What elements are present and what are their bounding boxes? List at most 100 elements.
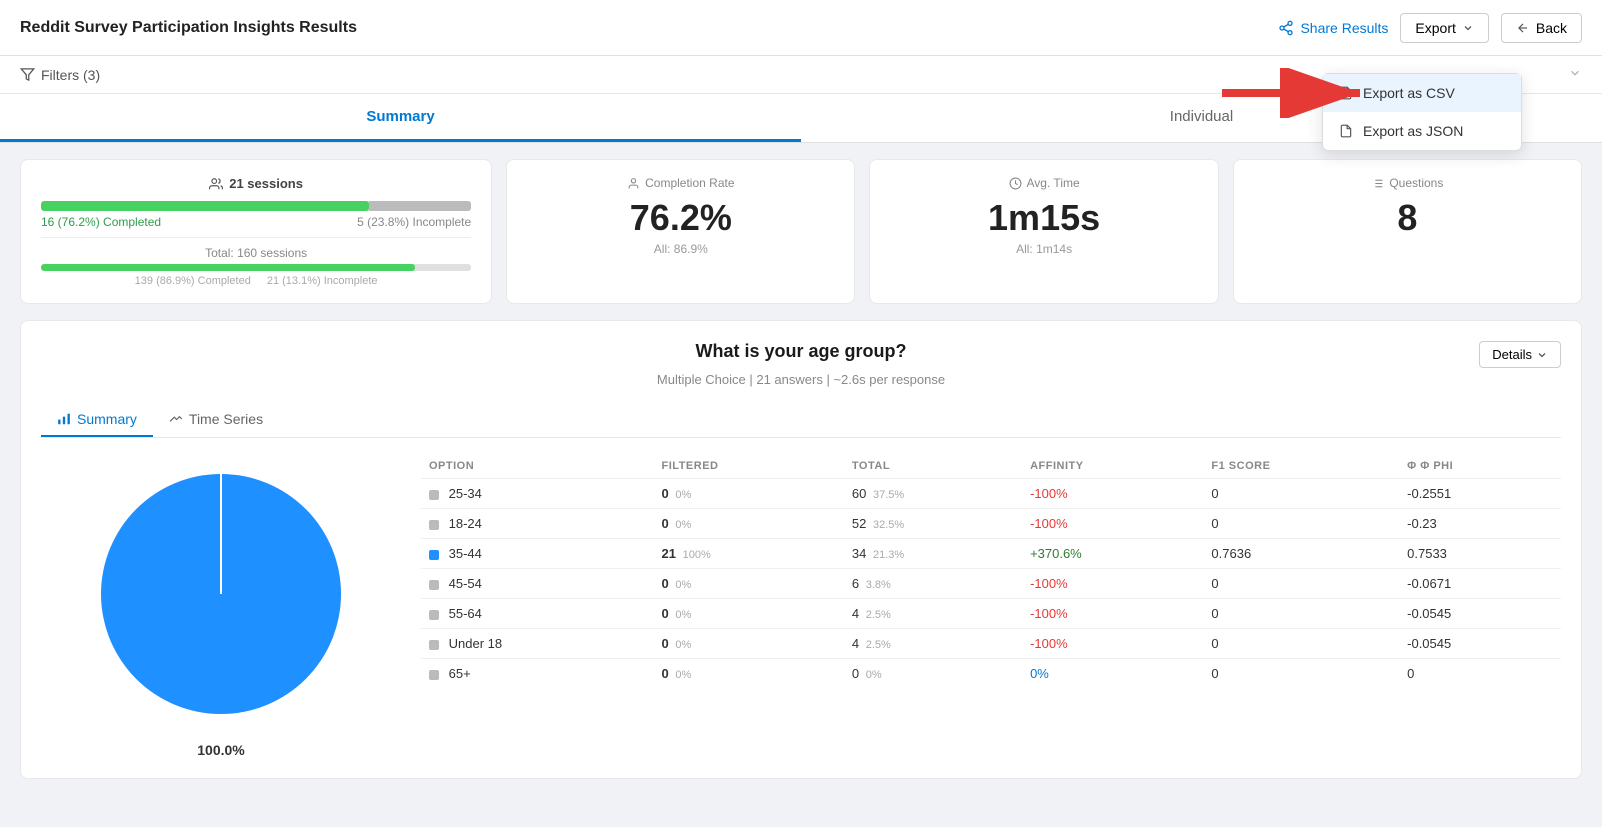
- table-row: 55-64 0 0% 4 2.5% -100% 0 -0.0545: [421, 599, 1561, 629]
- sub-tab-timeseries[interactable]: Time Series: [153, 403, 279, 437]
- export-csv-item[interactable]: Export as CSV: [1323, 74, 1521, 112]
- export-label: Export: [1415, 20, 1455, 36]
- cell-total: 6 3.8%: [844, 569, 1022, 599]
- questions-inner: Questions 8: [1254, 176, 1561, 238]
- total-labels: 139 (86.9%) Completed 21 (13.1%) Incompl…: [41, 275, 471, 287]
- filtered-value: 0: [662, 516, 669, 531]
- sessions-bar-incomplete: [369, 201, 471, 211]
- sessions-count: 21 sessions: [229, 176, 303, 191]
- chevron-down-icon: [1462, 22, 1474, 34]
- cell-affinity: -100%: [1022, 509, 1203, 539]
- share-icon: [1278, 20, 1294, 36]
- sessions-bar: [41, 201, 471, 211]
- back-label: Back: [1536, 20, 1567, 36]
- option-color-dot: [429, 550, 439, 560]
- affinity-value: -100%: [1030, 576, 1068, 591]
- chevron-down-icon: [1536, 349, 1548, 361]
- cell-phi: -0.23: [1399, 509, 1561, 539]
- option-color-dot: [429, 610, 439, 620]
- completion-rate-inner: Completion Rate 76.2% All: 86.9%: [527, 176, 834, 256]
- share-results-button[interactable]: Share Results: [1278, 20, 1388, 36]
- affinity-value: 0%: [1030, 666, 1049, 681]
- table-row: Under 18 0 0% 4 2.5% -100% 0 -0.0545: [421, 629, 1561, 659]
- file-icon: [1339, 86, 1353, 100]
- table-row: 25-34 0 0% 60 37.5% -100% 0 -0.2551: [421, 479, 1561, 509]
- file-json-icon: [1339, 124, 1353, 138]
- sessions-bar-completed: [41, 201, 369, 211]
- filtered-pct: 0%: [675, 669, 691, 681]
- affinity-value: -100%: [1030, 636, 1068, 651]
- cell-f1: 0: [1203, 659, 1399, 689]
- filtered-pct: 100%: [683, 549, 711, 561]
- export-button[interactable]: Export: [1400, 13, 1488, 43]
- details-label: Details: [1492, 347, 1532, 362]
- total-section: Total: 160 sessions 139 (86.9%) Complete…: [41, 237, 471, 287]
- option-name: 18-24: [449, 516, 482, 531]
- filtered-pct: 0%: [675, 579, 691, 591]
- cell-option: 18-24: [421, 509, 654, 539]
- cell-total: 52 32.5%: [844, 509, 1022, 539]
- table-body: 25-34 0 0% 60 37.5% -100% 0 -0.2551 18-2…: [421, 479, 1561, 689]
- stats-row: 21 sessions 16 (76.2%) Completed 5 (23.8…: [20, 159, 1582, 304]
- share-results-label: Share Results: [1300, 20, 1388, 36]
- col-f1: F1 SCORE: [1203, 454, 1399, 479]
- export-json-item[interactable]: Export as JSON: [1323, 112, 1521, 150]
- sub-tab-summary[interactable]: Summary: [41, 403, 153, 437]
- details-button[interactable]: Details: [1479, 341, 1561, 368]
- cell-total: 4 2.5%: [844, 629, 1022, 659]
- option-color-dot: [429, 640, 439, 650]
- question-meta: Multiple Choice | 21 answers | ~2.6s per…: [41, 372, 1561, 387]
- completion-rate-label: Completion Rate: [527, 176, 834, 190]
- col-option: OPTION: [421, 454, 654, 479]
- chevron-down-icon: [1568, 66, 1582, 80]
- table-row: 18-24 0 0% 52 32.5% -100% 0 -0.23: [421, 509, 1561, 539]
- results-table: OPTION FILTERED TOTAL AFFINITY F1 SCORE …: [421, 454, 1561, 688]
- data-table: OPTION FILTERED TOTAL AFFINITY F1 SCORE …: [421, 454, 1561, 688]
- main-content: 21 sessions 16 (76.2%) Completed 5 (23.8…: [0, 143, 1602, 811]
- cell-total: 0 0%: [844, 659, 1022, 689]
- cell-phi: -0.2551: [1399, 479, 1561, 509]
- completion-rate-sub: All: 86.9%: [527, 242, 834, 256]
- filtered-value: 0: [662, 576, 669, 591]
- option-name: 55-64: [449, 606, 482, 621]
- affinity-value: -100%: [1030, 606, 1068, 621]
- cell-affinity: +370.6%: [1022, 539, 1203, 569]
- sub-tab-summary-label: Summary: [77, 411, 137, 427]
- cell-filtered: 0 0%: [654, 479, 844, 509]
- avg-time-inner: Avg. Time 1m15s All: 1m14s: [890, 176, 1197, 256]
- total-incomplete: 21 (13.1%) Incomplete: [267, 275, 378, 287]
- filtered-value: 21: [662, 546, 676, 561]
- total-completed: 139 (86.9%) Completed: [135, 275, 251, 287]
- pie-chart: [81, 454, 361, 734]
- app-header: Reddit Survey Participation Insights Res…: [0, 0, 1602, 56]
- table-row: 65+ 0 0% 0 0% 0% 0 0: [421, 659, 1561, 689]
- filters-label[interactable]: Filters (3): [20, 67, 100, 83]
- question-title: What is your age group?: [548, 341, 1055, 362]
- table-row: 45-54 0 0% 6 3.8% -100% 0 -0.0671: [421, 569, 1561, 599]
- col-total: TOTAL: [844, 454, 1022, 479]
- pie-percentage-label: 100.0%: [197, 742, 244, 758]
- tab-summary[interactable]: Summary: [0, 94, 801, 142]
- completion-rate-text: Completion Rate: [645, 176, 734, 190]
- chart-table-row: 100.0% OPTION FILTERED TOTAL AFFINITY F1…: [41, 454, 1561, 758]
- users-icon: [209, 177, 223, 191]
- cell-affinity: -100%: [1022, 569, 1203, 599]
- filtered-value: 0: [662, 606, 669, 621]
- export-dropdown: Export as CSV Export as JSON: [1322, 73, 1522, 151]
- completion-rate-card: Completion Rate 76.2% All: 86.9%: [506, 159, 855, 304]
- filters-chevron[interactable]: [1568, 66, 1582, 83]
- cell-phi: 0.7533: [1399, 539, 1561, 569]
- filtered-value: 0: [662, 666, 669, 681]
- list-icon: [1371, 177, 1384, 190]
- total-label: Total: 160 sessions: [41, 246, 471, 260]
- app-title: Reddit Survey Participation Insights Res…: [20, 19, 357, 37]
- cell-option: 45-54: [421, 569, 654, 599]
- option-name: 25-34: [449, 486, 482, 501]
- sessions-progress: 16 (76.2%) Completed 5 (23.8%) Incomplet…: [41, 201, 471, 229]
- cell-phi: -0.0545: [1399, 599, 1561, 629]
- cell-affinity: -100%: [1022, 479, 1203, 509]
- cell-filtered: 0 0%: [654, 629, 844, 659]
- questions-value: 8: [1254, 198, 1561, 238]
- back-button[interactable]: Back: [1501, 13, 1582, 43]
- option-name: 35-44: [449, 546, 482, 561]
